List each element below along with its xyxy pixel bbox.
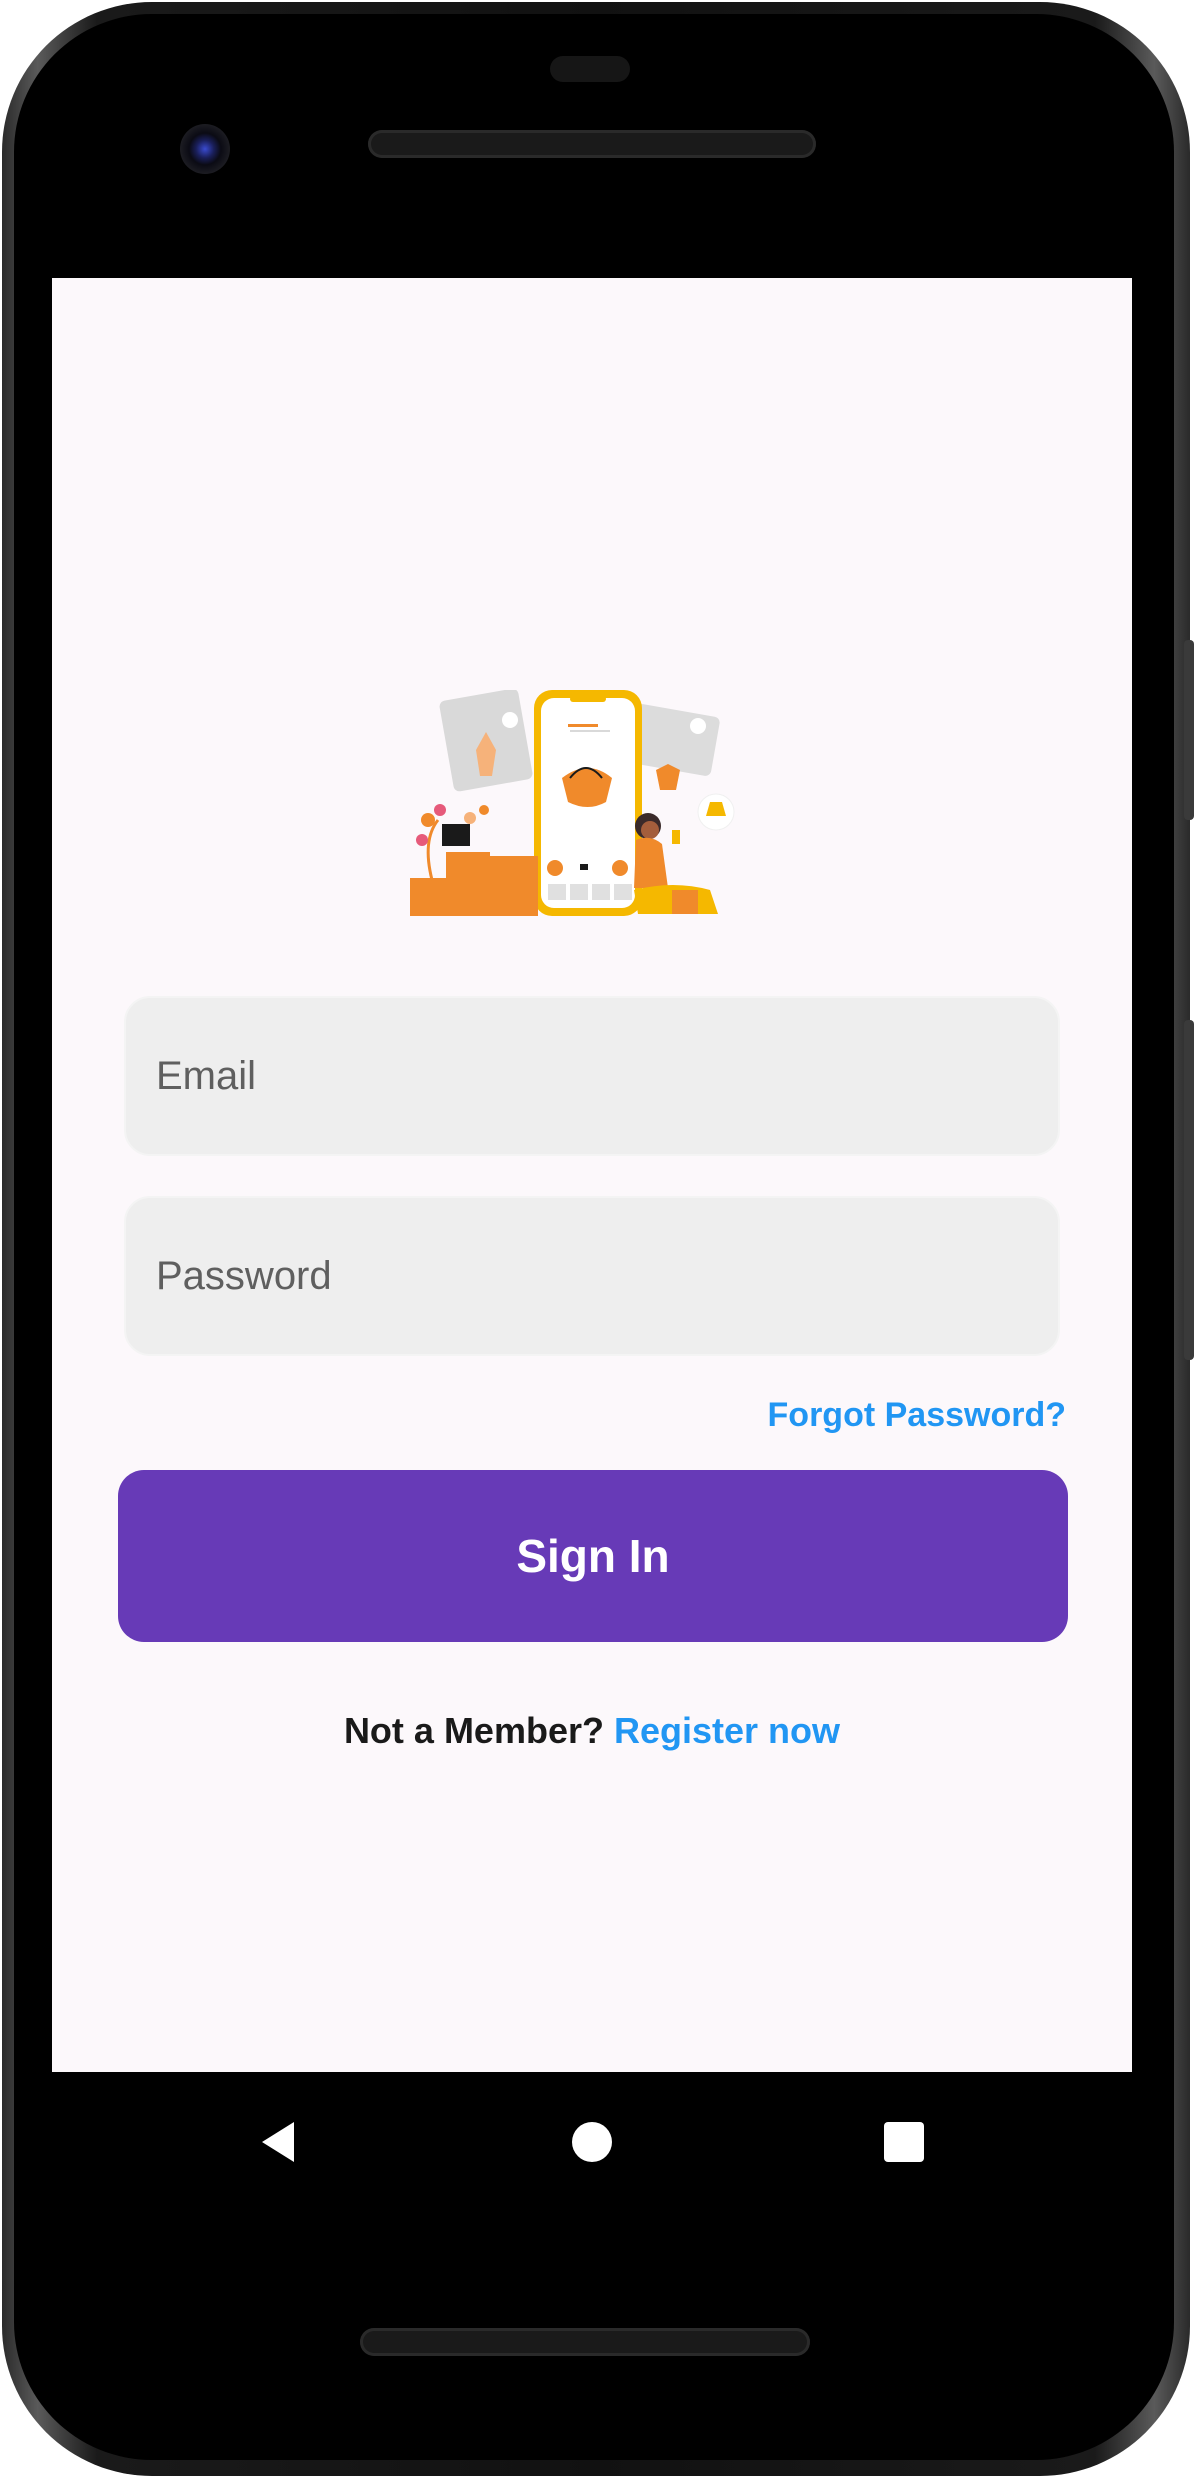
system-nav-bar [52, 2072, 1132, 2202]
app-screen: Forgot Password? Sign In Not a Member? R… [52, 278, 1132, 2072]
shopping-illustration [410, 690, 735, 916]
password-input[interactable] [126, 1198, 1058, 1354]
phone-frame: Forgot Password? Sign In Not a Member? R… [0, 0, 1194, 2480]
sign-in-button[interactable]: Sign In [118, 1470, 1068, 1642]
earpiece-speaker [368, 130, 816, 158]
power-button [1184, 640, 1194, 820]
home-icon[interactable] [562, 2112, 622, 2172]
bottom-speaker [360, 2328, 810, 2356]
recents-icon[interactable] [874, 2112, 934, 2172]
forgot-password-link[interactable]: Forgot Password? [768, 1396, 1066, 1435]
proximity-sensor [550, 56, 630, 82]
register-prompt: Not a Member? Register now [52, 1710, 1132, 1752]
back-icon[interactable] [250, 2112, 310, 2172]
sign-in-label: Sign In [516, 1530, 670, 1582]
email-input[interactable] [126, 998, 1058, 1154]
register-now-link[interactable]: Register now [614, 1710, 840, 1751]
not-member-text: Not a Member? [343, 1710, 604, 1751]
volume-button [1184, 1020, 1194, 1360]
password-field[interactable] [124, 1196, 1060, 1356]
front-camera [180, 124, 230, 174]
email-field[interactable] [124, 996, 1060, 1156]
